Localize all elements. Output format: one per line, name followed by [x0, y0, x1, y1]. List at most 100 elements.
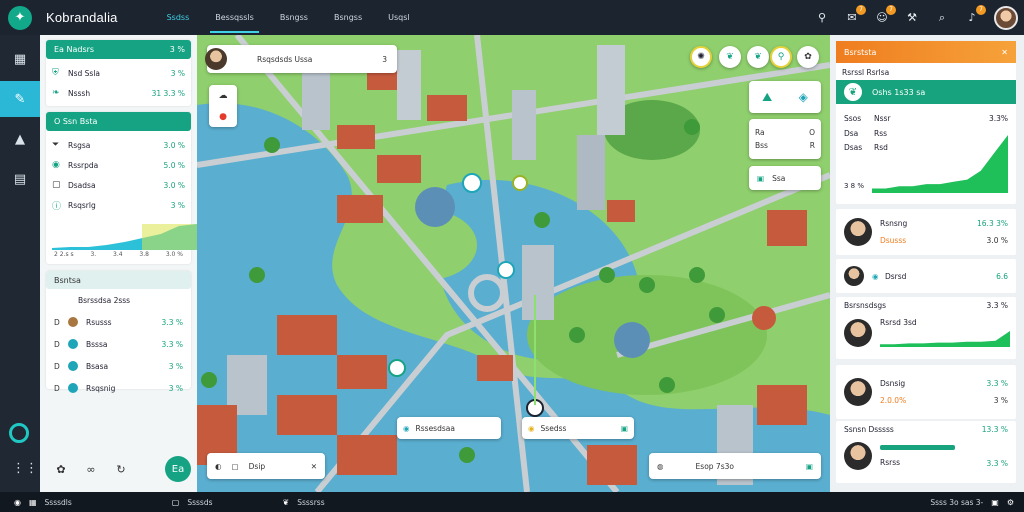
info-icon: ⓘ: [52, 201, 62, 212]
layers-icon: ▣: [757, 173, 765, 183]
row-label: Bsrssdsa 2sss: [78, 295, 131, 305]
row-value: 3.0 %: [163, 180, 185, 190]
list-item[interactable]: D Bsssa 3.3 %: [46, 333, 191, 355]
edit-icon[interactable]: ✎: [0, 81, 40, 117]
leaf-icon[interactable]: ❦: [747, 46, 769, 68]
list-item[interactable]: ⏷ Rsgsa 3.0 %: [46, 135, 191, 155]
stat-label: Dsa: [844, 128, 859, 138]
activity-chart: [880, 330, 1010, 347]
list-item[interactable]: ▢ Dsadsa 3.0 %: [46, 175, 191, 195]
list-item[interactable]: D Rsqsnig 3 %: [46, 377, 191, 399]
location-marker-label[interactable]: ◉ Ssedss ▣: [522, 417, 634, 439]
section-header[interactable]: Bsntsa: [46, 271, 191, 289]
person-value-2: 3.3 %: [986, 458, 1008, 468]
status-label: Ssssds: [187, 497, 213, 507]
pin-icon[interactable]: ⚲: [770, 46, 792, 68]
close-icon[interactable]: ✕: [311, 462, 317, 471]
location-icon: ◉: [52, 160, 60, 170]
info-icon: ◉: [872, 271, 879, 281]
status-item[interactable]: Ssss 3o sas 3- ▣ ⚙: [930, 498, 1014, 507]
app-title: Kobrandalia: [46, 10, 118, 25]
list-item[interactable]: D Bsasa 3 %: [46, 355, 191, 377]
map-layer-chip[interactable]: ▣ Ssa: [749, 166, 821, 190]
person-value: 3.3 %: [986, 301, 1008, 310]
person-value-2: 3 %: [993, 396, 1008, 405]
user-icon[interactable]: ☺ 7: [874, 4, 896, 26]
stat-label: Dsas: [844, 142, 863, 152]
target-icon[interactable]: ◈: [799, 90, 808, 104]
map-bottom-left-chip[interactable]: ◐ ▢ Dsip ✕: [207, 453, 325, 479]
map-layer-toggle[interactable]: ☁ ●: [209, 85, 237, 127]
tab-3[interactable]: Bsngss: [267, 0, 321, 35]
map-search-chip[interactable]: Rsqsdsds Ussa 3: [205, 45, 397, 73]
list-item[interactable]: ◉ Rssrpda 5.0 %: [46, 155, 191, 175]
flower-icon[interactable]: ✿: [46, 456, 76, 482]
confirm-icon[interactable]: ▣: [806, 462, 813, 471]
compass-icon[interactable]: ✺: [690, 46, 712, 68]
list-item[interactable]: ⛨ Nsd Ssla 3 %: [46, 63, 191, 83]
list-item[interactable]: Bsrssdsa 2sss: [46, 289, 191, 311]
list-item[interactable]: ⓘ Rsqsrlg 3 %: [46, 195, 191, 215]
bell-icon[interactable]: ♪ 7: [964, 4, 986, 26]
status-item[interactable]: ▢ Ssssds: [172, 498, 213, 507]
panel-subtitle: Rsrssl Rsrlsa: [842, 68, 890, 77]
document-icon[interactable]: ▤: [0, 161, 40, 197]
leaf-icon[interactable]: ❦: [719, 46, 741, 68]
avatar[interactable]: [994, 5, 1018, 30]
map-canvas[interactable]: [197, 35, 830, 492]
home-icon[interactable]: ▲: [0, 121, 40, 157]
status-item[interactable]: ◉ ▦ Ssssdls: [14, 498, 72, 507]
status-bar: ◉ ▦ Ssssdls ▢ Ssssds ❦ Ssssrss Ssss 3o s…: [0, 492, 1024, 512]
person-card[interactable]: Dsnsig 2.0.0% 3.3 % 3 %: [836, 365, 1016, 419]
chip-label: Dsip: [248, 461, 266, 471]
person-card[interactable]: ◉ Dsrsd 6.6: [836, 259, 1016, 293]
close-icon[interactable]: ✕: [1001, 48, 1008, 57]
building-icon: [68, 361, 78, 371]
row-label: Rsqsnig: [86, 383, 116, 393]
route-icon[interactable]: ⛰: [762, 90, 772, 105]
status-ring-icon[interactable]: [9, 423, 29, 443]
summary-band[interactable]: ❦ Oshs 1s33 sa: [836, 80, 1016, 104]
person-sub: Dsrsd: [884, 271, 907, 281]
person-card[interactable]: Rsnsng Dsusss 16.3 3% 3.0 %: [836, 209, 1016, 255]
search-icon[interactable]: ⌕: [934, 10, 950, 26]
pin-icon[interactable]: ⚲: [814, 10, 830, 26]
refresh-icon[interactable]: ↻: [106, 456, 136, 482]
go-button[interactable]: Ea: [165, 456, 191, 482]
search-count: 3: [382, 54, 387, 64]
binoculars-icon[interactable]: ∞: [76, 456, 106, 482]
status-item[interactable]: ❦ Ssssrss: [283, 498, 325, 507]
card-header[interactable]: Ea Nadsrs 3 %: [46, 40, 191, 59]
main-nav: Ssdss Bessqssls Bsngss Bsngss Usqsl: [154, 0, 423, 35]
tool-icon[interactable]: ⚒: [904, 10, 920, 26]
panel-header[interactable]: Bsrststa ✕: [836, 41, 1016, 63]
drag-icon: ◐: [215, 461, 222, 471]
tab-5[interactable]: Usqsl: [375, 0, 423, 35]
leaf-icon: ❧: [52, 88, 60, 98]
list-item[interactable]: ❧ Nsssh 31 3.3 %: [46, 83, 191, 103]
route-icon[interactable]: ☁: [219, 91, 228, 101]
notification-badge: 7: [976, 4, 986, 15]
target-icon[interactable]: ●: [219, 112, 227, 122]
tab-1[interactable]: Ssdss: [154, 0, 203, 35]
message-icon[interactable]: ✉ 7: [844, 4, 866, 26]
map-tools-chip[interactable]: ⛰ ◈: [749, 81, 821, 113]
chart-axis-label: 3 8 %: [844, 182, 865, 190]
leaf-icon[interactable]: ✿: [797, 46, 819, 68]
card-header[interactable]: O Ssn Bsta: [46, 112, 191, 131]
person-card[interactable]: Bsrsnsdsgs Rsrsd 3sd 3.3 %: [836, 297, 1016, 359]
search-text: Rsqsdsds Ussa: [257, 54, 313, 64]
camera-icon: ◍: [657, 461, 664, 471]
person-card[interactable]: Ssnsn Dsssss Rsrss 3.3 % 13.3 %: [836, 421, 1016, 483]
list-item[interactable]: D Rsusss 3.3 %: [46, 311, 191, 333]
axis-label: 2 2.s s: [54, 251, 74, 258]
city-map[interactable]: Rsqsdsds Ussa 3 ☁ ● ✺ ❦ ❦ ⚲ ✿ ⛰ ◈ Ra O B…: [197, 35, 830, 492]
map-bottom-right-chip[interactable]: ◍ Esop 7s3o ▣: [649, 453, 821, 479]
row-label: Nsd Ssla: [68, 68, 101, 78]
tab-2[interactable]: Bessqssls: [202, 0, 267, 35]
tab-4[interactable]: Bsngss: [321, 0, 375, 35]
logo-icon[interactable]: ✦: [8, 5, 32, 30]
grid-icon[interactable]: ▦: [0, 41, 40, 77]
location-marker-label[interactable]: ◉ Rssesdsaa: [397, 417, 501, 439]
person-sub: Rsrsd 3sd: [880, 317, 917, 327]
